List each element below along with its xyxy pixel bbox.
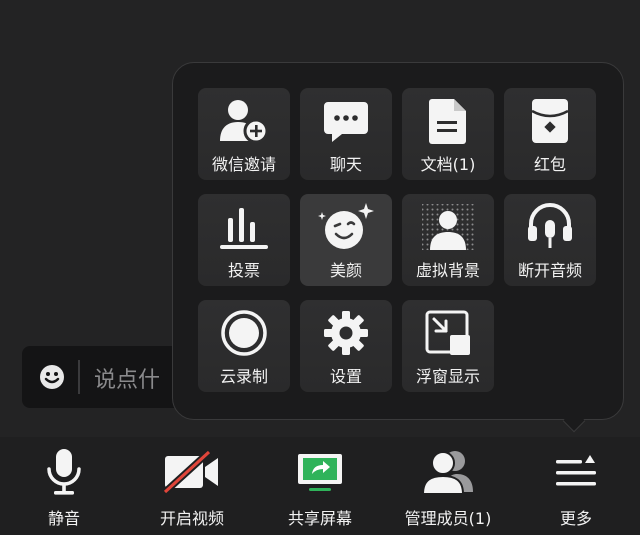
members-icon [421,451,473,495]
emoji-icon[interactable] [38,363,66,391]
menu-item-label: 红包 [533,155,566,174]
menu-item-label: 断开音频 [517,261,582,280]
menu-item-wechat-invite[interactable]: 微信邀请 [198,88,290,180]
menu-item-disconnect-audio[interactable]: 断开音频 [504,194,596,286]
menu-item-virtual-background[interactable]: 虚拟背景 [402,194,494,286]
share-screen-button[interactable]: 共享屏幕 [270,437,370,535]
mute-button[interactable]: 静音 [14,437,114,535]
menu-item-label: 设置 [329,367,362,386]
chat-bubble-icon [324,102,368,142]
menu-item-label: 虚拟背景 [415,261,480,280]
menu-item-settings[interactable]: 设置 [300,300,392,392]
headset-icon [528,203,572,248]
menu-item-beauty[interactable]: 美颜 [300,194,392,286]
chat-placeholder[interactable]: 说点什 [94,362,160,394]
toolbar-label: 静音 [47,509,80,528]
cloud-record-icon [221,310,267,356]
menu-item-label: 微信邀请 [211,155,276,174]
bottom-toolbar: 静音 开启视频 共享屏幕 管理成员(1) 更多 [0,437,640,535]
vote-icon [220,208,268,249]
menu-item-chat[interactable]: 聊天 [300,88,392,180]
menu-item-label: 文档(1) [420,155,476,174]
video-off-icon [163,450,218,494]
microphone-icon [47,449,81,495]
share-screen-icon [298,454,342,491]
menu-item-document[interactable]: 文档(1) [402,88,494,180]
menu-item-floating-window[interactable]: 浮窗显示 [402,300,494,392]
toolbar-label: 管理成员(1) [404,509,492,528]
red-packet-icon [531,99,569,143]
menu-item-label: 云录制 [219,367,268,386]
virtual-background-icon [422,204,474,250]
chat-divider [78,360,80,394]
menu-item-label: 浮窗显示 [415,367,480,386]
more-menu-icon [556,455,596,486]
menu-item-cloud-record[interactable]: 云录制 [198,300,290,392]
more-button[interactable]: 更多 [526,437,626,535]
beauty-icon [318,203,374,249]
wechat-invite-icon [220,100,269,144]
document-icon [429,99,466,144]
start-video-button[interactable]: 开启视频 [141,437,243,535]
toolbar-label: 更多 [559,509,592,528]
menu-item-red-packet[interactable]: 红包 [504,88,596,180]
gear-icon [324,311,368,355]
menu-item-vote[interactable]: 投票 [198,194,290,286]
manage-members-button[interactable]: 管理成员(1) [392,437,504,535]
toolbar-label: 共享屏幕 [287,509,352,528]
menu-item-label: 美颜 [329,261,362,280]
toolbar-label: 开启视频 [159,509,224,528]
floating-window-icon [425,310,470,355]
menu-item-label: 投票 [227,261,260,280]
menu-item-label: 聊天 [329,155,362,174]
